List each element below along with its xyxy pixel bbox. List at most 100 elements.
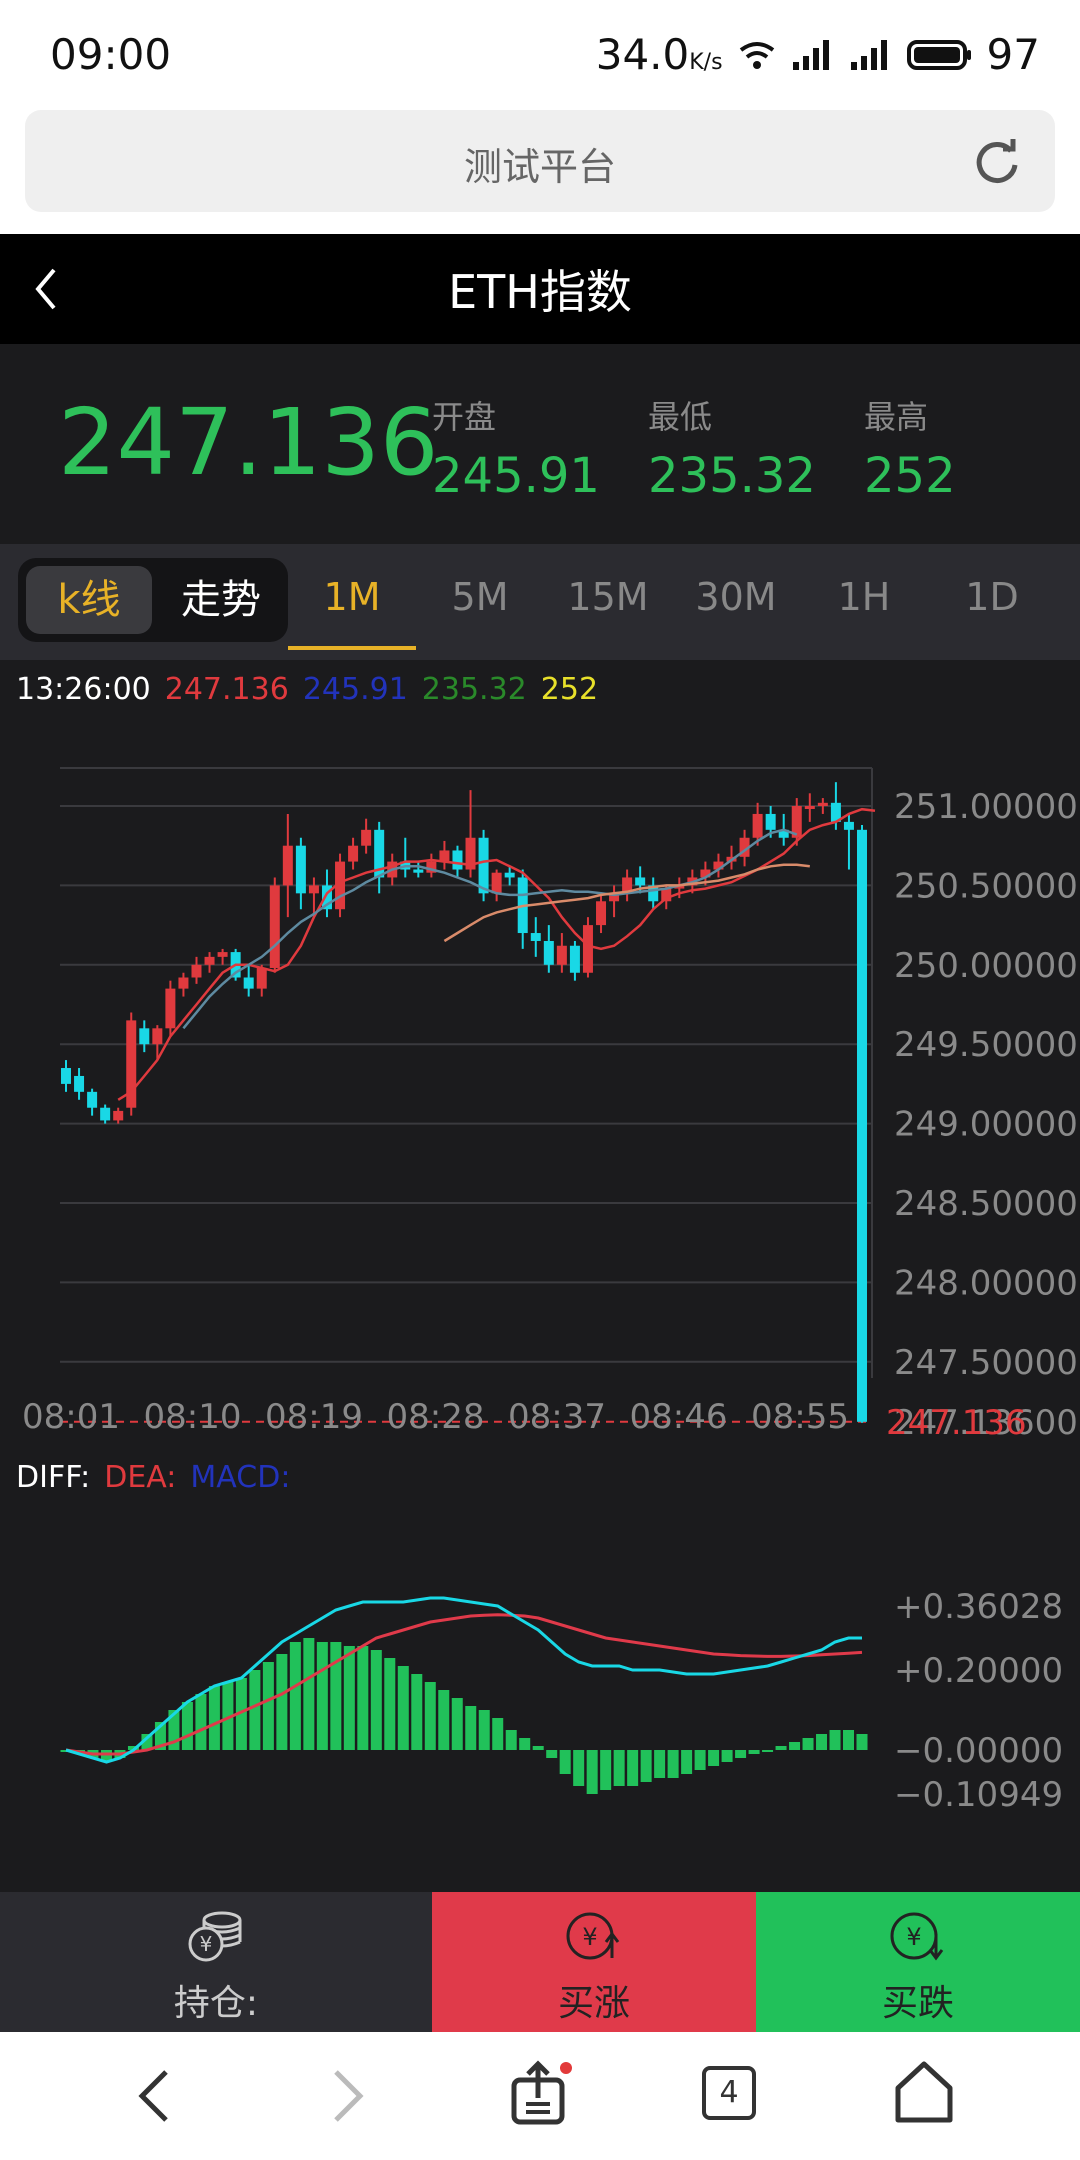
address-bar[interactable]: 测试平台 xyxy=(25,110,1055,212)
macd-bar xyxy=(451,1698,463,1750)
page: 09:00 34.0K/s 97 测试平台 ETH指数 247.136 开盘 2… xyxy=(0,0,1080,2160)
candlestick-chart[interactable]: 251.00000 250.50000 250.00000 249.50000 249.… xyxy=(0,720,1080,1460)
macd-bar xyxy=(343,1646,355,1750)
macd-bar xyxy=(721,1750,733,1762)
candle-body xyxy=(413,869,424,873)
macd-bar xyxy=(276,1654,288,1750)
low-value: 235.32 xyxy=(648,448,816,504)
tab-15m[interactable]: 15M xyxy=(544,544,672,660)
share-icon[interactable] xyxy=(506,2058,576,2128)
svg-text:¥: ¥ xyxy=(200,1932,213,1956)
active-tab-indicator xyxy=(288,646,416,650)
candle-body xyxy=(817,802,828,806)
macd-bar xyxy=(816,1734,828,1750)
candle-body xyxy=(491,872,502,894)
candle-body xyxy=(569,945,580,973)
candle-body xyxy=(556,945,567,965)
nav-forward-icon[interactable] xyxy=(322,2066,372,2126)
y-tick-label: 248.00000 xyxy=(894,1263,1078,1303)
macd-bar xyxy=(181,1702,193,1750)
open-value: 245.91 xyxy=(432,448,600,504)
buy-down-button[interactable]: ¥ 买跌 xyxy=(756,1892,1080,2032)
candle-body xyxy=(843,821,854,830)
position-label: 持仓: xyxy=(173,1983,259,2024)
mode-trend-button[interactable]: 走势 xyxy=(158,566,284,634)
macd-bar xyxy=(532,1746,544,1750)
macd-bar xyxy=(775,1746,787,1750)
home-icon[interactable] xyxy=(892,2058,956,2126)
candle-body xyxy=(804,806,815,809)
x-tick-label: 08:46 xyxy=(630,1397,728,1437)
low-stat: 最低 235.32 xyxy=(648,392,816,504)
high-stat: 最高 252 xyxy=(864,392,956,504)
open-stat: 开盘 245.91 xyxy=(432,392,600,504)
macd-bar xyxy=(627,1750,639,1786)
last-price-label: 247.136 xyxy=(886,1403,1027,1443)
buy-up-button[interactable]: ¥ 买涨 xyxy=(432,1892,756,2032)
status-bar: 09:00 34.0K/s 97 xyxy=(0,0,1080,110)
macd-bar xyxy=(411,1674,423,1750)
info-time: 13:26:00 xyxy=(16,672,151,707)
buy-up-label: 买涨 xyxy=(557,1983,630,2024)
browser-nav-bar: 4 xyxy=(0,2032,1080,2160)
macd-bar xyxy=(303,1638,315,1750)
macd-bar xyxy=(492,1718,504,1750)
nav-back-icon[interactable] xyxy=(130,2066,180,2126)
y-tick-label: 250.50000 xyxy=(894,866,1078,906)
macd-bar xyxy=(249,1670,261,1750)
macd-bar xyxy=(640,1750,652,1782)
macd-bar xyxy=(465,1706,477,1750)
svg-text:¥: ¥ xyxy=(906,1923,921,1951)
mode-kline-button[interactable]: k线 xyxy=(26,566,152,634)
x-tick-label: 08:19 xyxy=(265,1397,363,1437)
macd-bar xyxy=(762,1750,774,1752)
status-right: 34.0K/s 97 xyxy=(596,30,1040,79)
macd-bar xyxy=(735,1750,747,1758)
signal-icon-2 xyxy=(850,39,887,70)
macd-bar xyxy=(843,1730,855,1750)
macd-bar xyxy=(654,1750,666,1778)
macd-bar xyxy=(438,1690,450,1750)
position-button[interactable]: ¥ 持仓: xyxy=(0,1892,432,2032)
tab-30m[interactable]: 30M xyxy=(672,544,800,660)
info-value-3: 235.32 xyxy=(421,672,527,707)
macd-y-tick-label: −0.00000 xyxy=(894,1731,1063,1771)
candle-body xyxy=(765,813,776,830)
macd-macd-label: MACD: xyxy=(190,1460,291,1495)
tab-1h[interactable]: 1H xyxy=(800,544,928,660)
svg-text:¥: ¥ xyxy=(582,1923,597,1951)
macd-bar xyxy=(546,1750,558,1758)
macd-bar xyxy=(802,1738,814,1750)
macd-bar xyxy=(748,1750,760,1754)
macd-bar xyxy=(573,1750,585,1786)
candle-body xyxy=(361,829,372,846)
macd-bar xyxy=(613,1750,625,1786)
yen-down-icon: ¥ xyxy=(890,1912,944,1961)
chart-area: 13:26:00 247.136 245.91 235.32 252 251.0… xyxy=(0,660,1080,1892)
candle-body xyxy=(217,952,228,957)
network-speed-unit: K/s xyxy=(689,50,723,75)
wifi-icon xyxy=(739,41,774,69)
candle-body xyxy=(543,940,554,965)
tab-1d[interactable]: 1D xyxy=(928,544,1056,660)
refresh-icon[interactable] xyxy=(971,135,1023,187)
tab-5m[interactable]: 5M xyxy=(416,544,544,660)
macd-bar xyxy=(316,1642,328,1750)
page-title: 测试平台 xyxy=(463,145,616,189)
tabs-count-button[interactable]: 4 xyxy=(702,2066,756,2120)
candle-body xyxy=(504,872,515,878)
macd-y-tick-label: −0.10949 xyxy=(894,1775,1063,1815)
y-tick-label: 247.50000 xyxy=(894,1343,1078,1383)
candle-body xyxy=(308,885,319,894)
macd-bar xyxy=(829,1730,841,1750)
candle-body xyxy=(282,845,293,886)
open-label: 开盘 xyxy=(432,398,497,436)
tab-1m[interactable]: 1M xyxy=(288,544,416,660)
battery-level: 97 xyxy=(986,30,1040,79)
macd-y-tick-label: +0.36028 xyxy=(894,1587,1063,1627)
y-tick-label: 249.00000 xyxy=(894,1105,1078,1145)
macd-bar xyxy=(397,1666,409,1750)
macd-bar xyxy=(424,1682,436,1750)
low-label: 最低 xyxy=(648,398,713,436)
action-bar: ¥ 持仓: ¥ 买涨 ¥ 买跌 xyxy=(0,1892,1080,2032)
